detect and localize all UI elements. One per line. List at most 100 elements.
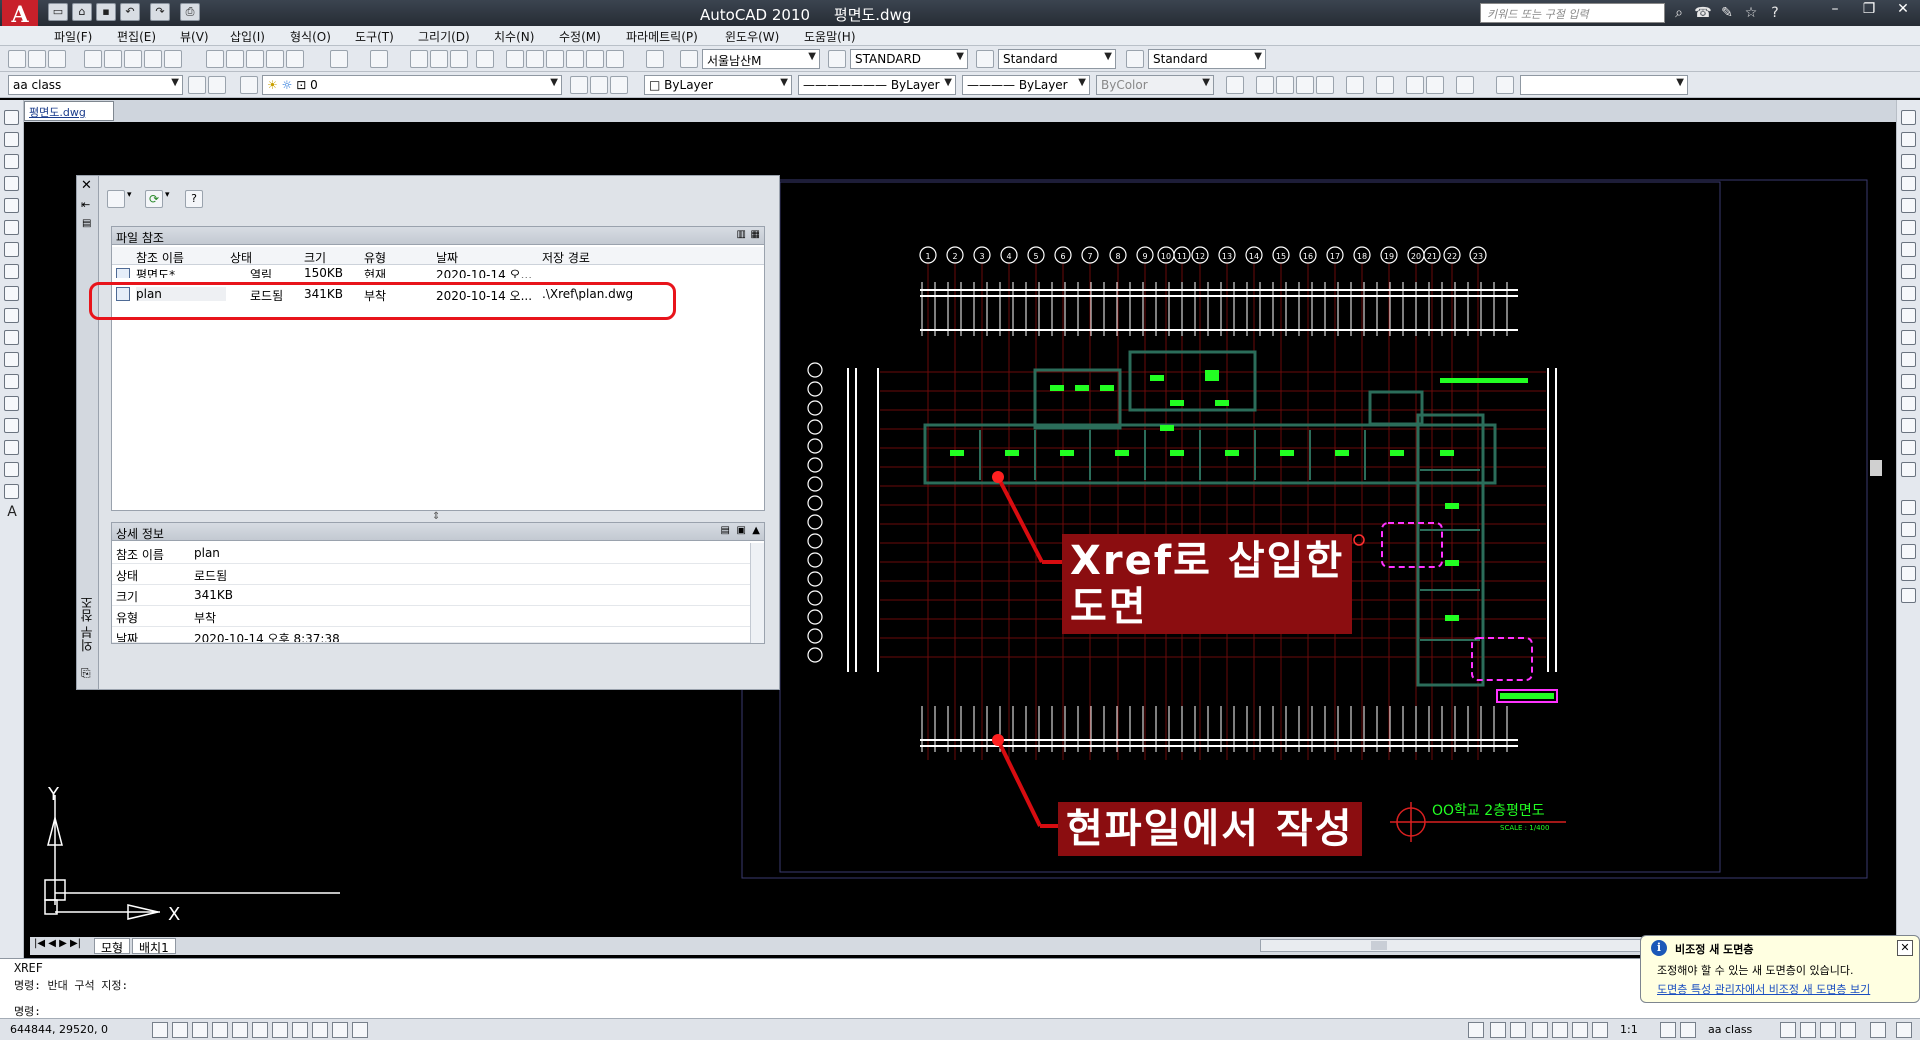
col-name[interactable]: 참조 이름 [136,249,184,266]
copy-object-icon[interactable] [1901,132,1916,147]
workspace-switch[interactable]: aa class [1708,1023,1752,1036]
quickcalc-icon[interactable] [606,50,624,68]
explode-icon[interactable] [1901,462,1916,477]
etransmit-icon[interactable] [164,50,182,68]
plot-preview-icon[interactable] [104,50,122,68]
view-iso2-icon[interactable] [1376,76,1394,94]
customize-icon[interactable] [208,76,226,94]
mleader-style-icon[interactable] [1126,50,1144,68]
zoom-previous-icon[interactable] [476,50,494,68]
binoculars-icon[interactable]: ⌕ [1668,3,1690,23]
palette-titlebar[interactable]: ✕ ⇤ ▤ 외부 참조 ⎘ [77,176,99,689]
camera-icon[interactable] [1456,76,1474,94]
menu-format[interactable]: 형식(O) [290,28,331,45]
refresh-icon[interactable]: ⟳ [145,190,163,208]
restore-button[interactable]: ❐ [1852,0,1886,20]
layer-previous-icon[interactable] [590,76,608,94]
new-file-icon[interactable]: ▭ [48,3,68,21]
attach-dropdown-icon[interactable]: ▾ [127,190,145,208]
keyword-search-input[interactable]: 키워드 또는 구절 입력 [1480,3,1665,23]
balloon-close-icon[interactable]: ✕ [1897,940,1913,956]
match-properties-icon[interactable] [266,50,284,68]
multiline-text-icon[interactable]: A [3,504,21,520]
vertical-scroll-thumb[interactable] [1870,460,1882,476]
chamfer-icon[interactable] [1901,418,1916,433]
save-icon[interactable]: ▪ [96,3,116,21]
table-row[interactable]: 평면도* 열림 150KB 현재 2020-10-14 오... [112,266,764,278]
ducs-icon[interactable] [272,1022,288,1038]
offset-icon[interactable] [1901,176,1916,191]
layer-manager-icon[interactable] [240,76,258,94]
isolate-objects-icon[interactable] [1820,1022,1836,1038]
scale-icon[interactable] [1901,264,1916,279]
fillet-icon[interactable] [1901,440,1916,455]
zoom-realtime-icon[interactable] [430,50,448,68]
properties-icon[interactable] [506,50,524,68]
mirror-icon[interactable] [1901,154,1916,169]
ellipse-arc-icon[interactable] [4,330,19,345]
detail-value[interactable]: plan [194,546,220,560]
list-view-icon[interactable]: ▥ [737,229,746,240]
menu-edit[interactable]: 편집(E) [117,28,156,45]
menu-draw[interactable]: 그리기(D) [418,28,470,45]
text-style-icon[interactable] [680,50,698,68]
design-center-icon[interactable] [526,50,544,68]
ellipse-icon[interactable] [4,308,19,323]
layer-states-icon[interactable] [610,76,628,94]
model-space-icon[interactable] [1468,1022,1484,1038]
details-scrollbar[interactable] [750,543,764,643]
bring-above-icon[interactable] [1901,566,1916,581]
pan-icon[interactable] [410,50,428,68]
revision-cloud-icon[interactable] [4,264,19,279]
layer-notification-icon[interactable] [1870,1022,1886,1038]
workspace-select[interactable]: aa class ▼ [8,75,183,95]
quick-view-drawings-icon[interactable] [1510,1022,1526,1038]
view-left-icon[interactable] [1276,76,1294,94]
menu-tools[interactable]: 도구(T) [355,28,394,45]
lock-ui-icon[interactable] [1780,1022,1796,1038]
view-top-icon[interactable] [1226,76,1244,94]
workspace-settings-icon[interactable] [188,76,206,94]
paste-icon[interactable] [246,50,264,68]
polyline-icon[interactable] [4,154,19,169]
view-manager-icon[interactable] [1496,76,1514,94]
tab-nav-arrows-icon[interactable]: |◀ ◀ ▶ ▶| [34,938,81,949]
array-icon[interactable] [1901,198,1916,213]
dim-style-select[interactable]: STANDARD ▼ [850,49,968,69]
new-icon[interactable] [8,50,26,68]
line-icon[interactable] [4,110,19,125]
break-icon[interactable] [1901,374,1916,389]
col-status[interactable]: 상태 [230,249,252,266]
menu-file[interactable]: 파일(F) [54,28,92,45]
collapse-icon[interactable]: ▲ [752,525,760,536]
favorites-star-icon[interactable]: ☆ [1740,3,1762,23]
join-icon[interactable] [1901,396,1916,411]
save-icon[interactable] [48,50,66,68]
view-right-icon[interactable] [1296,76,1314,94]
palette-autohide-icon[interactable]: ⇤ [81,198,90,211]
block-editor-icon[interactable] [286,50,304,68]
layer-select[interactable]: ☀ ☼ ⊡ 0 ▼ [262,75,562,95]
grid-icon[interactable] [172,1022,188,1038]
menu-parametric[interactable]: 파라메트릭(P) [626,28,698,45]
document-tab[interactable]: 평면도.dwg [24,101,114,121]
view-unreconciled-layers-link[interactable]: 도면층 특성 관리자에서 비조정 새 도면층 보기 [1657,981,1870,997]
cut-icon[interactable] [206,50,224,68]
ortho-icon[interactable] [192,1022,208,1038]
polar-icon[interactable] [212,1022,228,1038]
tree-view-icon[interactable]: ▦ [751,229,760,240]
make-block-icon[interactable] [4,374,19,389]
table-style-select[interactable]: Standard ▼ [998,49,1116,69]
copy-icon[interactable] [226,50,244,68]
splitter-handle[interactable]: ⇕ [432,511,440,522]
construction-line-icon[interactable] [4,132,19,147]
markup-icon[interactable] [586,50,604,68]
redo-icon[interactable] [370,50,388,68]
tab-model[interactable]: 모형 [94,938,131,955]
command-prompt[interactable]: 명령: [14,1003,41,1019]
steering-wheel-icon[interactable] [1572,1022,1588,1038]
dyn-icon[interactable] [292,1022,308,1038]
hatch-icon[interactable] [4,418,19,433]
gradient-icon[interactable] [4,440,19,455]
auto-scale-icon[interactable] [1680,1022,1696,1038]
